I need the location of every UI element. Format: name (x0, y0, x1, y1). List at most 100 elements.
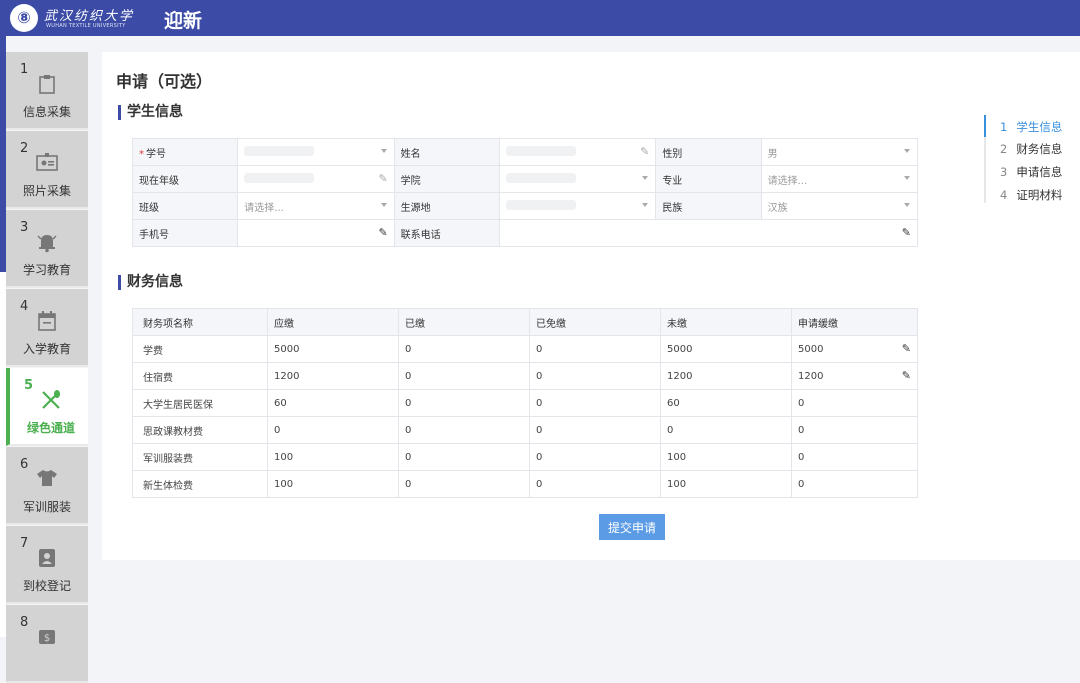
student-info-form: * 学号 姓名 ✎ 性别 男 现在年级 ✎ 学院 专业 请选择... 班级 请选择… (131, 138, 919, 247)
name-input[interactable]: ✎ (498, 138, 657, 166)
university-name: 武汉纺织大学 (44, 9, 135, 24)
step-payment[interactable]: 8 $ (6, 605, 88, 683)
grade-input[interactable]: ✎ (237, 165, 395, 193)
anchor-item-supporting-documents[interactable]: 4 证明材料 (1000, 187, 1062, 203)
main-content: 申请（可选） 学生信息 * 学号 姓名 ✎ 性别 男 现在年级 ✎ 学院 专业 请… (102, 52, 1080, 560)
step-number: 3 (20, 220, 29, 235)
table-row: 军训服装费 100 0 0 100 0 (132, 443, 918, 471)
step-number: 2 (20, 141, 29, 156)
contact-label: 联系电话 (393, 219, 500, 247)
deferral-input[interactable]: 5000 ✎ (791, 335, 918, 363)
column-header: 申请缓缴 (791, 308, 918, 336)
table-header-row: 财务项名称 应缴 已缴 已免缴 未缴 申请缓缴 (132, 308, 918, 336)
class-select[interactable]: 请选择... (237, 192, 395, 220)
step-label: 入学教育 (22, 342, 71, 356)
anchor-item-student-info[interactable]: 1 学生信息 (1000, 119, 1062, 135)
gender-select[interactable]: 男 (760, 138, 919, 166)
step-number: 8 (20, 615, 29, 630)
column-header: 已缴 (398, 308, 530, 336)
money-icon: $ (36, 626, 58, 648)
college-select[interactable] (498, 165, 657, 193)
page-title: 申请（可选） (116, 72, 213, 91)
table-cell: 住宿费 (132, 362, 268, 390)
tshirt-icon (36, 468, 58, 490)
table-cell: 0 (529, 443, 661, 471)
pencil-icon: ✎ (378, 172, 388, 185)
table-cell: 1200 (660, 362, 792, 390)
table-cell: 0 (529, 389, 661, 417)
step-green-channel[interactable]: 5 绿色通道 (6, 368, 88, 446)
step-study-education[interactable]: 3 学习教育 (6, 210, 88, 288)
step-photo-collection[interactable]: 2 照片采集 (6, 131, 88, 209)
major-select[interactable]: 请选择... (760, 165, 919, 193)
step-label: 绿色通道 (26, 421, 75, 435)
table-cell: 0 (529, 362, 661, 390)
table-cell: 思政课教材费 (132, 416, 268, 444)
table-cell: 新生体检费 (132, 470, 268, 498)
table-row: 学费 5000 0 0 5000 5000 ✎ (132, 335, 918, 363)
table-cell: 0 (398, 362, 530, 390)
column-header: 应缴 (267, 308, 399, 336)
step-military-uniform[interactable]: 6 军训服装 (6, 447, 88, 525)
finance-table: 财务项名称 应缴 已缴 已免缴 未缴 申请缓缴 学费 5000 0 0 5000… (132, 308, 918, 498)
step-label: 学习教育 (22, 263, 71, 277)
step-number: 6 (20, 457, 29, 472)
table-cell: 5000 (660, 335, 792, 363)
anchor-item-finance-info[interactable]: 2 财务信息 (1000, 141, 1062, 157)
contact-input[interactable]: ✎ (498, 219, 919, 247)
major-label: 专业 (655, 165, 762, 193)
table-cell: 军训服装费 (132, 443, 268, 471)
table-row: 新生体检费 100 0 0 100 0 (132, 470, 918, 498)
step-info-collection[interactable]: 1 信息采集 (6, 52, 88, 130)
table-cell: 100 (267, 470, 399, 498)
step-arrival-registration[interactable]: 7 到校登记 (6, 526, 88, 604)
student-id-select[interactable] (237, 138, 395, 166)
table-cell: 0 (398, 335, 530, 363)
phone-input[interactable]: ✎ (237, 219, 395, 247)
step-label: 军训服装 (22, 500, 71, 514)
table-cell: 0 (660, 416, 792, 444)
table-cell: 0 (267, 416, 399, 444)
table-cell: 100 (660, 470, 792, 498)
step-label: 照片采集 (22, 184, 71, 198)
table-cell: 0 (398, 416, 530, 444)
university-logo-icon: ⑧ (10, 4, 38, 32)
table-cell: 0 (529, 470, 661, 498)
table-cell: 大学生居民医保 (132, 389, 268, 417)
section-title-student-info: 学生信息 (118, 105, 183, 120)
phone-label: 手机号 (131, 219, 239, 247)
step-label: 信息采集 (22, 105, 71, 119)
fork-spoon-icon (40, 389, 62, 411)
deferral-input[interactable]: 1200 ✎ (791, 362, 918, 390)
pencil-icon: ✎ (901, 369, 911, 382)
class-label: 班级 (131, 192, 239, 220)
table-cell: 0 (791, 416, 918, 444)
table-cell: 100 (660, 443, 792, 471)
svg-text:$: $ (44, 633, 50, 644)
table-cell: 60 (660, 389, 792, 417)
pencil-icon: ✎ (640, 145, 650, 158)
anchor-item-application-info[interactable]: 3 申请信息 (1000, 164, 1062, 180)
table-cell: 0 (529, 416, 661, 444)
ethnicity-select[interactable]: 汉族 (760, 192, 919, 220)
step-number: 1 (20, 62, 29, 77)
bell-icon (36, 231, 58, 253)
table-cell: 0 (529, 335, 661, 363)
table-cell: 0 (791, 389, 918, 417)
submit-application-button[interactable]: 提交申请 (599, 514, 665, 540)
badge-icon (36, 547, 58, 569)
student-id-label: * 学号 (131, 138, 239, 166)
table-row: 思政课教材费 0 0 0 0 0 (132, 416, 918, 444)
college-label: 学院 (393, 165, 500, 193)
origin-select[interactable] (498, 192, 657, 220)
grade-label: 现在年级 (131, 165, 239, 193)
table-cell: 0 (791, 470, 918, 498)
step-enrollment-education[interactable]: 4 入学教育 (6, 289, 88, 367)
clipboard-icon (36, 73, 58, 95)
step-label: 到校登记 (22, 579, 71, 593)
pencil-icon: ✎ (378, 226, 388, 239)
table-cell: 0 (398, 443, 530, 471)
anchor-active-indicator (984, 115, 986, 137)
name-label: 姓名 (393, 138, 500, 166)
ethnicity-label: 民族 (655, 192, 762, 220)
